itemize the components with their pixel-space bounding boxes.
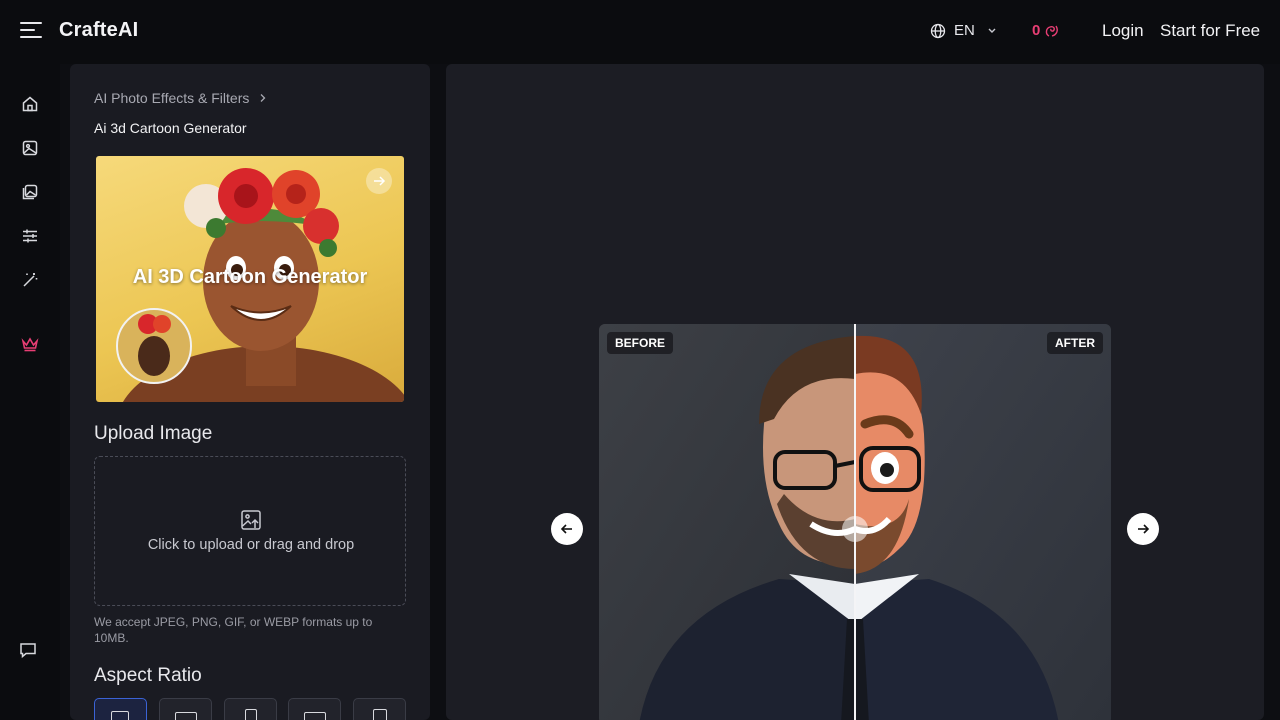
before-after-comparison[interactable]: BEFORE AFTER (599, 324, 1111, 720)
preview-stage: BEFORE AFTER (446, 64, 1264, 720)
brand-logo[interactable]: CrafteAI (59, 19, 138, 42)
chat-icon[interactable] (18, 640, 38, 660)
before-after-portrait (599, 324, 1111, 720)
aspect-ratio-wide-option[interactable] (288, 698, 341, 720)
breadcrumb-label: AI Photo Effects & Filters (94, 90, 250, 106)
gallery-icon[interactable] (20, 182, 40, 202)
start-for-free-button[interactable]: Start for Free (1160, 21, 1260, 41)
crown-icon[interactable] (20, 334, 40, 354)
icon-rail (0, 64, 60, 720)
language-selector[interactable]: EN (930, 22, 1001, 39)
chevron-down-icon (988, 28, 996, 33)
upload-dropzone[interactable]: Click to upload or drag and drop (94, 456, 406, 606)
login-button[interactable]: Login (1102, 21, 1144, 41)
arrow-right-icon[interactable] (366, 168, 392, 194)
home-icon[interactable] (20, 94, 40, 114)
aspect-ratio-portrait-option[interactable] (353, 698, 406, 720)
aspect-ratio-heading: Aspect Ratio (94, 665, 202, 686)
feature-card[interactable]: AI 3D Cartoon Generator (96, 156, 404, 402)
before-label: BEFORE (607, 332, 674, 354)
upload-instructions: Click to upload or drag and drop (147, 537, 355, 553)
aspect-ratio-tall-portrait-option[interactable] (224, 698, 277, 720)
previous-arrow-icon[interactable] (551, 513, 583, 545)
credits-value: 0 (1032, 22, 1041, 39)
menu-icon[interactable] (20, 22, 42, 42)
breadcrumb[interactable]: AI Photo Effects & Filters (94, 90, 267, 106)
image-icon[interactable] (20, 138, 40, 158)
upload-heading: Upload Image (94, 423, 213, 444)
aspect-ratio-landscape-option[interactable] (159, 698, 212, 720)
language-label: EN (954, 22, 975, 39)
chevron-right-icon (260, 94, 266, 102)
globe-icon (930, 23, 946, 38)
feature-card-title: AI 3D Cartoon Generator (132, 266, 368, 288)
page-title: Ai 3d Cartoon Generator (94, 120, 247, 136)
credits-counter[interactable]: 0 (1032, 22, 1060, 39)
credit-coin-icon (1046, 25, 1059, 37)
aspect-ratio-square-option[interactable] (94, 698, 147, 720)
tool-panel: AI Photo Effects & Filters Ai 3d Cartoon… (70, 64, 430, 720)
sliders-icon[interactable] (20, 226, 40, 246)
next-arrow-icon[interactable] (1127, 513, 1159, 545)
upload-format-hint: We accept JPEG, PNG, GIF, or WEBP format… (94, 615, 373, 645)
after-label: AFTER (1047, 332, 1103, 354)
magic-wand-icon[interactable] (20, 270, 40, 290)
image-upload-icon (241, 510, 261, 530)
top-bar: CrafteAI EN 0 Login Start for Free (0, 0, 1280, 64)
